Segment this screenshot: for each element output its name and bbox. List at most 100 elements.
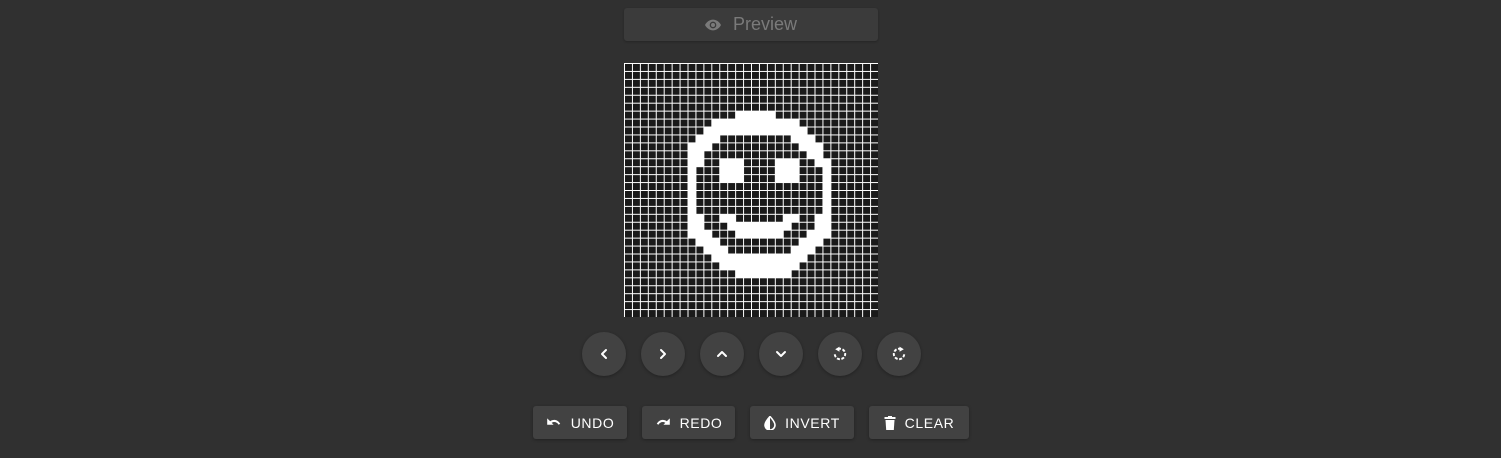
pixel-cell[interactable] [672, 214, 680, 222]
clear-button[interactable]: CLEAR [869, 406, 969, 439]
pixel-cell[interactable] [688, 222, 696, 230]
pixel-cell[interactable] [736, 254, 744, 262]
pixel-cell[interactable] [648, 254, 656, 262]
pixel-cell[interactable] [807, 127, 815, 135]
pixel-cell[interactable] [783, 230, 791, 238]
pixel-cell[interactable] [807, 167, 815, 175]
pixel-cell[interactable] [704, 278, 712, 286]
pixel-cell[interactable] [664, 278, 672, 286]
pixel-cell[interactable] [815, 95, 823, 103]
pixel-cell[interactable] [664, 119, 672, 127]
pixel-cell[interactable] [656, 206, 664, 214]
pixel-cell[interactable] [680, 222, 688, 230]
preview-button[interactable]: Preview [624, 8, 878, 41]
pixel-cell[interactable] [704, 95, 712, 103]
pixel-cell[interactable] [847, 206, 855, 214]
pixel-cell[interactable] [728, 95, 736, 103]
pixel-cell[interactable] [799, 175, 807, 183]
pixel-cell[interactable] [728, 79, 736, 87]
pixel-cell[interactable] [863, 246, 871, 254]
pixel-cell[interactable] [839, 135, 847, 143]
pixel-cell[interactable] [640, 262, 648, 270]
pixel-cell[interactable] [807, 214, 815, 222]
pixel-cell[interactable] [807, 206, 815, 214]
pixel-cell[interactable] [632, 302, 640, 310]
pixel-cell[interactable] [759, 135, 767, 143]
pixel-cell[interactable] [855, 214, 863, 222]
pixel-cell[interactable] [736, 206, 744, 214]
pixel-cell[interactable] [863, 198, 871, 206]
pixel-cell[interactable] [696, 167, 704, 175]
pixel-cell[interactable] [672, 159, 680, 167]
pixel-cell[interactable] [855, 183, 863, 190]
pixel-cell[interactable] [847, 294, 855, 302]
pixel-cell[interactable] [696, 238, 704, 246]
pixel-cell[interactable] [712, 238, 720, 246]
pixel-cell[interactable] [632, 64, 640, 71]
pixel-cell[interactable] [775, 71, 783, 79]
pixel-cell[interactable] [871, 151, 878, 159]
pixel-cell[interactable] [640, 151, 648, 159]
pixel-cell[interactable] [799, 206, 807, 214]
pixel-cell[interactable] [736, 230, 744, 238]
pixel-cell[interactable] [807, 111, 815, 119]
pixel-cell[interactable] [839, 87, 847, 95]
pixel-cell[interactable] [680, 87, 688, 95]
pixel-cell[interactable] [847, 286, 855, 294]
pixel-cell[interactable] [680, 286, 688, 294]
pixel-cell[interactable] [863, 214, 871, 222]
pixel-cell[interactable] [847, 95, 855, 103]
pixel-cell[interactable] [640, 222, 648, 230]
pixel-cell[interactable] [807, 286, 815, 294]
pixel-cell[interactable] [831, 238, 839, 246]
pixel-cell[interactable] [656, 151, 664, 159]
pixel-cell[interactable] [839, 95, 847, 103]
pixel-cell[interactable] [815, 103, 823, 111]
pixel-cell[interactable] [680, 175, 688, 183]
pixel-cell[interactable] [799, 198, 807, 206]
pixel-cell[interactable] [831, 222, 839, 230]
pixel-cell[interactable] [712, 167, 720, 175]
pixel-cell[interactable] [736, 119, 744, 127]
pixel-cell[interactable] [791, 278, 799, 286]
pixel-cell[interactable] [839, 278, 847, 286]
pixel-cell[interactable] [767, 119, 775, 127]
pixel-cell[interactable] [728, 111, 736, 119]
pixel-cell[interactable] [791, 64, 799, 71]
pixel-cell[interactable] [672, 198, 680, 206]
pixel-cell[interactable] [728, 127, 736, 135]
pixel-cell[interactable] [831, 175, 839, 183]
pixel-cell[interactable] [847, 270, 855, 278]
pixel-cell[interactable] [704, 183, 712, 190]
pixel-cell[interactable] [759, 143, 767, 151]
pixel-cell[interactable] [871, 95, 878, 103]
pixel-cell[interactable] [656, 270, 664, 278]
pixel-cell[interactable] [688, 87, 696, 95]
pixel-cell[interactable] [712, 270, 720, 278]
pixel-cell[interactable] [696, 103, 704, 111]
pixel-cell[interactable] [847, 119, 855, 127]
pixel-cell[interactable] [648, 206, 656, 214]
pixel-cell[interactable] [656, 167, 664, 175]
pixel-cell[interactable] [648, 238, 656, 246]
pixel-cell[interactable] [863, 167, 871, 175]
pixel-cell[interactable] [759, 167, 767, 175]
pixel-cell[interactable] [815, 87, 823, 95]
pixel-cell[interactable] [823, 95, 831, 103]
pixel-cell[interactable] [664, 270, 672, 278]
pixel-cell[interactable] [831, 254, 839, 262]
pixel-cell[interactable] [672, 111, 680, 119]
pixel-cell[interactable] [847, 302, 855, 310]
pixel-cell[interactable] [767, 191, 775, 198]
pixel-cell[interactable] [759, 302, 767, 310]
pixel-cell[interactable] [799, 238, 807, 246]
pixel-cell[interactable] [625, 103, 632, 111]
pixel-cell[interactable] [831, 87, 839, 95]
pixel-cell[interactable] [656, 310, 664, 317]
pixel-cell[interactable] [791, 302, 799, 310]
pixel-cell[interactable] [696, 294, 704, 302]
pixel-cell[interactable] [744, 167, 751, 175]
pixel-cell[interactable] [855, 270, 863, 278]
pixel-cell[interactable] [759, 151, 767, 159]
pixel-cell[interactable] [775, 143, 783, 151]
